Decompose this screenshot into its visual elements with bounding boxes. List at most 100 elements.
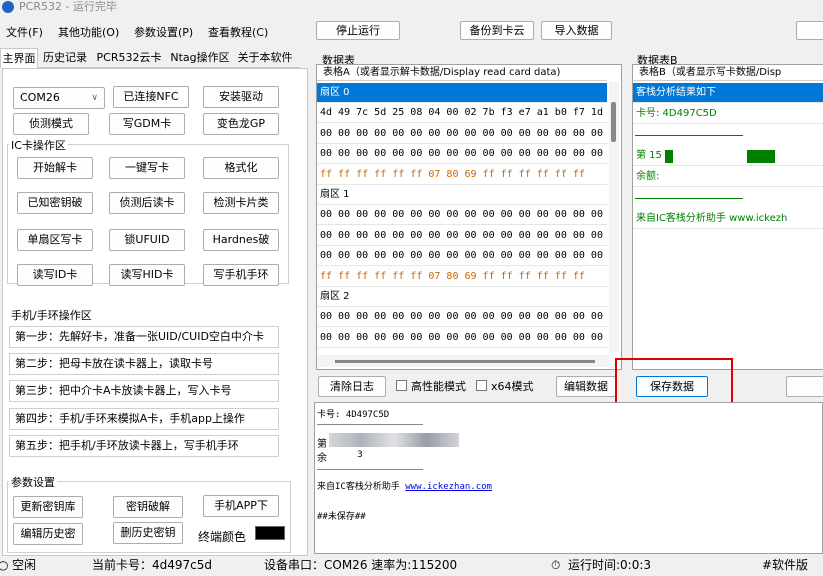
read-write-hid-button[interactable]: 读写HID卡 xyxy=(109,264,185,286)
start-decode-button[interactable]: 开始解卡 xyxy=(17,157,93,179)
menu-other[interactable]: 其他功能(O) xyxy=(58,24,119,40)
chameleon-gp-button[interactable]: 变色龙GP xyxy=(203,113,279,135)
sector-row[interactable]: 扇区 1 xyxy=(317,185,607,205)
terminal-color-swatch[interactable] xyxy=(255,526,285,540)
phone-group-label: 手机/手环操作区 xyxy=(11,309,92,322)
sector-bars-row[interactable]: 第 15 xyxy=(633,146,823,166)
tab-main[interactable]: 主界面 xyxy=(0,48,38,68)
status-idle: 空闲 xyxy=(12,558,37,572)
table-b-rows: 客栈分析结果如下 卡号: 4D497C5D 第 15 余额: 来自IC客栈分析助手 ww… xyxy=(633,83,823,283)
data-row[interactable]: 00 00 00 00 00 00 00 00 00 00 00 00 00 0… xyxy=(317,124,607,144)
log-divider-2 xyxy=(317,469,423,470)
write-phone-ring-button[interactable]: 写手机手环 xyxy=(203,264,279,286)
result-row[interactable]: 来自IC客栈分析助手 www.ickezh xyxy=(633,209,823,229)
format-button[interactable]: 格式化 xyxy=(203,157,279,179)
ic-card-group-label: IC卡操作区 xyxy=(9,137,68,153)
green-bar xyxy=(747,150,775,163)
tab-cloud[interactable]: PCR532云卡 xyxy=(92,48,166,68)
terminal-color-label: 终端颜色 xyxy=(198,530,247,544)
import-button[interactable]: 导入数据 xyxy=(541,21,612,40)
step-1[interactable]: 第一步：先解好卡，准备一张UID/CUID空白中介卡 xyxy=(9,326,279,348)
log-source-link[interactable]: www.ickezhan.com xyxy=(405,482,492,492)
divider-row[interactable] xyxy=(633,188,823,208)
result-row[interactable]: 卡号: 4D497C5D xyxy=(633,104,823,124)
data-row[interactable]: 00 00 00 00 00 00 00 00 00 00 00 00 00 0… xyxy=(317,226,607,246)
high-perf-label: 高性能模式 xyxy=(411,380,466,393)
app-icon xyxy=(2,1,14,13)
step-2[interactable]: 第二步：把母卡放在读卡器上，读取卡号 xyxy=(9,353,279,375)
tab-about[interactable]: 关于本软件 xyxy=(234,48,296,68)
write-gdm-button[interactable]: 写GDM卡 xyxy=(109,113,185,135)
hardnes-crack-button[interactable]: Hardnes破 xyxy=(203,229,279,251)
high-perf-checkbox[interactable] xyxy=(396,380,407,391)
install-driver-button[interactable]: 安装驱动 xyxy=(203,86,279,108)
step-4[interactable]: 第四步：手机/手环来模拟A卡，手机app上操作 xyxy=(9,408,279,430)
lock-ufuid-button[interactable]: 锁UFUID xyxy=(109,229,185,251)
log-divider-1 xyxy=(317,424,423,425)
com-port-select[interactable]: COM26 ∨ xyxy=(13,87,105,109)
com-port-value: COM26 xyxy=(20,91,60,104)
table-a: 表格A（或者显示解卡数据/Display read card data) 扇区 … xyxy=(316,64,622,370)
menu-file[interactable]: 文件(F) xyxy=(6,24,43,40)
green-divider xyxy=(635,135,743,136)
sector-write-button[interactable]: 单扇区写卡 xyxy=(17,229,93,251)
main-panel: COM26 ∨ 已连接NFC 安装驱动 侦测模式 写GDM卡 变色龙GP IC卡… xyxy=(2,68,308,556)
backup-button[interactable]: 备份到卡云 xyxy=(460,21,534,40)
x64-checkbox[interactable] xyxy=(476,380,487,391)
menu-params[interactable]: 参数设置(P) xyxy=(134,24,193,40)
data-row[interactable]: ff ff ff ff ff ff 07 80 69 ff ff ff ff f… xyxy=(317,267,607,287)
connected-nfc-button[interactable]: 已连接NFC xyxy=(113,86,189,108)
onekey-write-button[interactable]: 一键写卡 xyxy=(109,157,185,179)
check-card-type-button[interactable]: 检测卡片类 xyxy=(203,192,279,214)
data-row[interactable]: 00 00 00 00 00 00 00 00 00 00 00 00 00 0… xyxy=(317,246,607,267)
log-line-3-tail: 3 xyxy=(357,450,363,460)
data-row[interactable]: 00 00 00 00 00 00 00 00 00 00 00 00 00 0… xyxy=(317,328,607,348)
data-row[interactable]: 00 00 00 00 00 00 00 00 00 00 00 00 00 0… xyxy=(317,205,607,226)
data-row[interactable]: 00 00 00 00 00 00 00 00 00 00 00 00 00 0… xyxy=(317,144,607,165)
extra-right-button[interactable] xyxy=(786,376,823,397)
tab-history[interactable]: 历史记录 xyxy=(40,48,90,68)
delete-history-keys-button[interactable]: 删历史密钥 xyxy=(113,522,183,544)
toolbar-extra-button[interactable] xyxy=(796,21,823,40)
table-a-vscroll-thumb[interactable] xyxy=(611,102,616,142)
log-source-text: 来自IC客栈分析助手 xyxy=(317,482,400,492)
known-key-crack-button[interactable]: 已知密钥破 xyxy=(17,192,93,214)
phone-app-download-button[interactable]: 手机APP下 xyxy=(203,495,279,517)
data-row[interactable]: ff ff ff ff ff ff 07 80 69 ff ff ff ff f… xyxy=(317,165,607,185)
sector-bars-text: 第 15 xyxy=(636,150,662,161)
detect-read-button[interactable]: 侦测后读卡 xyxy=(109,192,185,214)
menu-bar: 文件(F) 其他功能(O) 参数设置(P) 查看教程(C) xyxy=(0,18,300,42)
clear-log-button[interactable]: 清除日志 xyxy=(318,376,386,397)
data-row[interactable]: 00 00 00 00 00 00 00 00 00 00 00 00 00 0… xyxy=(317,307,607,328)
step-3[interactable]: 第三步：把中介卡A卡放读卡器上，写入卡号 xyxy=(9,380,279,402)
divider-row[interactable] xyxy=(633,125,823,145)
table-a-hscroll[interactable] xyxy=(317,355,609,367)
sector-row[interactable]: 扇区 0 xyxy=(317,83,607,103)
read-write-id-button[interactable]: 读写ID卡 xyxy=(17,264,93,286)
result-title-row[interactable]: 客栈分析结果如下 xyxy=(633,83,823,103)
table-b: 表格B（或者显示写卡数据/Disp 客栈分析结果如下 卡号: 4D497C5D 第 … xyxy=(632,64,823,370)
clock-icon: ⏱ xyxy=(551,558,561,572)
table-a-hscroll-thumb[interactable] xyxy=(335,360,595,363)
tab-ntag[interactable]: Ntag操作区 xyxy=(168,48,232,68)
sector-row[interactable]: 扇区 2 xyxy=(317,287,607,307)
result-row[interactable]: 余额: xyxy=(633,167,823,187)
status-version: #软件版 xyxy=(762,558,809,572)
log-area[interactable]: 卡号: 4D497C5D 第 余 3 来自IC客栈分析助手 www.ickezh… xyxy=(314,402,823,554)
log-card-number: 卡号: 4D497C5D xyxy=(317,410,390,420)
key-crack-button[interactable]: 密钥破解 xyxy=(113,496,183,518)
stop-button[interactable]: 停止运行 xyxy=(316,21,400,40)
detect-mode-button[interactable]: 侦测模式 xyxy=(13,113,89,135)
edit-history-keys-button[interactable]: 编辑历史密 xyxy=(13,523,83,545)
param-group-label: 参数设置 xyxy=(9,474,57,490)
menu-tutorial[interactable]: 查看教程(C) xyxy=(208,24,268,40)
green-bar xyxy=(665,150,673,163)
status-current-card: 当前卡号：4d497c5d xyxy=(92,558,213,572)
table-a-vscroll[interactable] xyxy=(609,82,619,352)
title-bar: PCR532 - 运行完毕 xyxy=(0,0,823,16)
data-row[interactable]: 4d 49 7c 5d 25 08 04 00 02 7b f3 e7 a1 b… xyxy=(317,103,607,124)
edit-data-button[interactable]: 编辑数据 xyxy=(556,376,616,397)
window-title: PCR532 - 运行完毕 xyxy=(19,0,117,13)
update-keys-button[interactable]: 更新密钥库 xyxy=(13,496,83,518)
step-5[interactable]: 第五步：把手机/手环放读卡器上，写手机手环 xyxy=(9,435,279,457)
